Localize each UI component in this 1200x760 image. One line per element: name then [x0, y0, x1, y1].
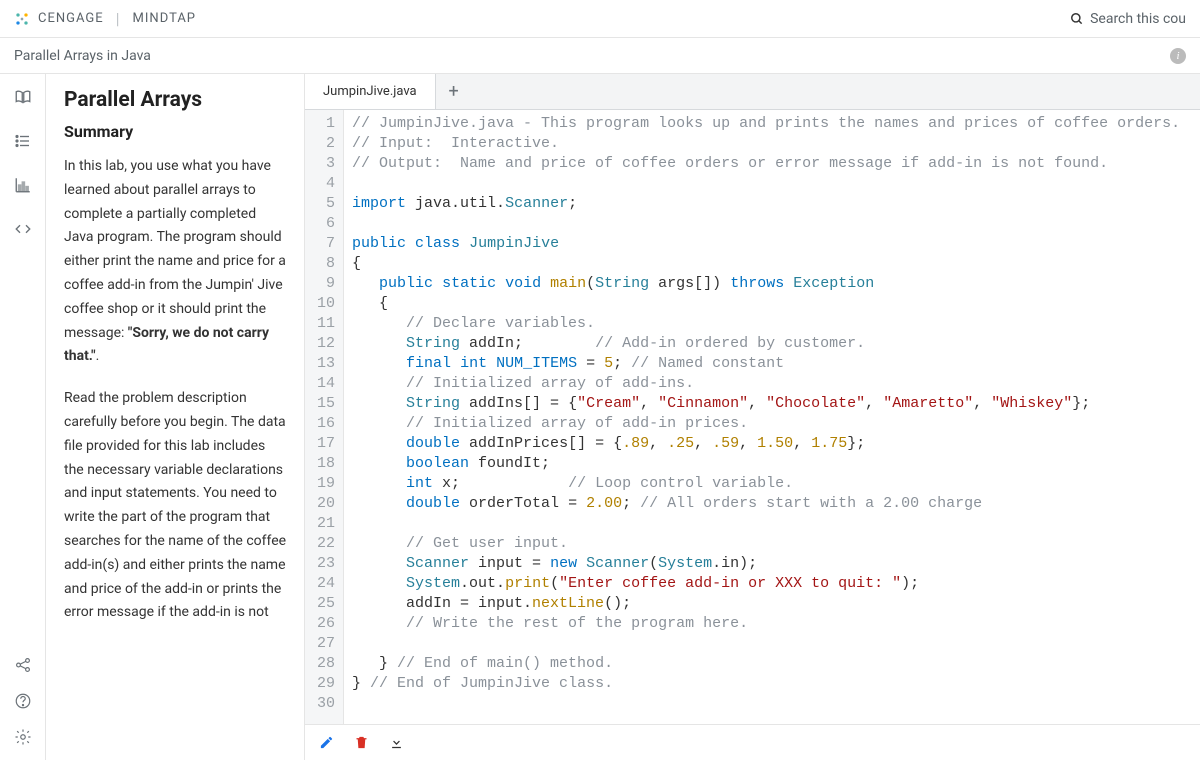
- download-icon[interactable]: [389, 735, 404, 750]
- code-editor[interactable]: 1234567891011121314151617181920212223242…: [305, 110, 1200, 724]
- share-icon[interactable]: [14, 656, 32, 674]
- book-open-icon[interactable]: [14, 88, 32, 106]
- pencil-icon[interactable]: [319, 735, 334, 750]
- brand-separator: |: [116, 9, 121, 28]
- line-gutter: 1234567891011121314151617181920212223242…: [305, 110, 344, 724]
- editor-toolbar: [305, 724, 1200, 760]
- lesson-paragraph-2: Read the problem description carefully b…: [64, 387, 288, 625]
- editor-panel: JumpinJive.java + 1234567891011121314151…: [304, 74, 1200, 760]
- list-icon[interactable]: [14, 132, 32, 150]
- tab-add-button[interactable]: +: [436, 81, 472, 102]
- code-content[interactable]: // JumpinJive.java - This program looks …: [344, 110, 1188, 724]
- sub-header: Parallel Arrays in Java i: [0, 38, 1200, 74]
- lesson-paragraph-1: In this lab, you use what you have learn…: [64, 155, 288, 369]
- page-title: Parallel Arrays in Java: [14, 48, 151, 64]
- tab-strip: JumpinJive.java +: [305, 74, 1200, 110]
- info-icon[interactable]: i: [1170, 48, 1186, 64]
- brand-company: CENGAGE: [38, 11, 104, 26]
- search-placeholder: Search this cou: [1090, 11, 1186, 27]
- lesson-panel: Parallel Arrays Summary In this lab, you…: [46, 74, 304, 760]
- tab-file[interactable]: JumpinJive.java: [305, 74, 436, 109]
- code-icon[interactable]: [14, 220, 32, 238]
- lesson-subtitle: Summary: [64, 122, 288, 141]
- brand: CENGAGE | MINDTAP: [14, 9, 196, 28]
- search-icon: [1070, 12, 1084, 26]
- lesson-title: Parallel Arrays: [64, 88, 288, 112]
- left-rail: [0, 74, 46, 760]
- main: Parallel Arrays Summary In this lab, you…: [0, 74, 1200, 760]
- bar-chart-icon[interactable]: [14, 176, 32, 194]
- top-bar: CENGAGE | MINDTAP Search this cou: [0, 0, 1200, 38]
- cengage-logo-icon: [14, 11, 30, 27]
- help-icon[interactable]: [14, 692, 32, 710]
- brand-product: MINDTAP: [133, 11, 196, 26]
- trash-icon[interactable]: [354, 735, 369, 750]
- gear-icon[interactable]: [14, 728, 32, 746]
- search-area[interactable]: Search this cou: [1070, 11, 1186, 27]
